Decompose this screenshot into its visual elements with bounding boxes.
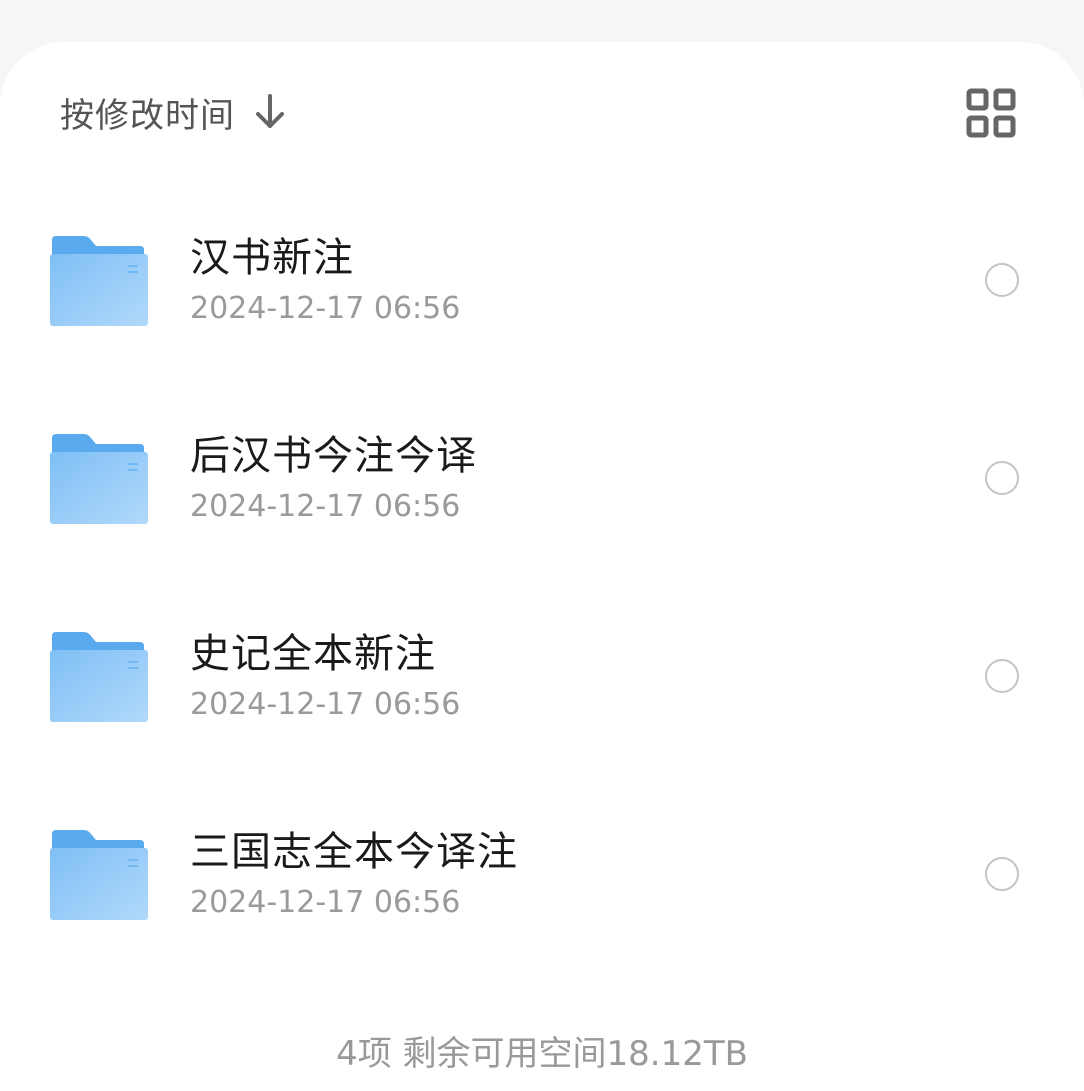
folder-icon xyxy=(50,434,148,524)
select-checkbox[interactable] xyxy=(985,857,1019,891)
folder-name: 汉书新注 xyxy=(190,235,354,281)
folder-icon xyxy=(50,236,148,326)
select-checkbox[interactable] xyxy=(985,659,1019,693)
modified-date: 2024-12-17 06:56 xyxy=(190,291,461,326)
grid-view-icon[interactable] xyxy=(964,86,1018,140)
select-checkbox[interactable] xyxy=(985,461,1019,495)
folder-name: 史记全本新注 xyxy=(190,631,436,677)
list-item[interactable]: 史记全本新注 2024-12-17 06:56 xyxy=(0,577,1084,775)
list-item[interactable]: 三国志全本今译注 2024-12-17 06:56 xyxy=(0,775,1084,973)
modified-date: 2024-12-17 06:56 xyxy=(190,687,461,722)
folder-name: 后汉书今注今译 xyxy=(190,433,477,479)
folder-name: 三国志全本今译注 xyxy=(190,829,518,875)
storage-summary: 4项 剩余可用空间18.12TB xyxy=(336,1034,748,1074)
folder-icon xyxy=(50,632,148,722)
modified-date: 2024-12-17 06:56 xyxy=(190,489,461,524)
list-item[interactable]: 后汉书今注今译 2024-12-17 06:56 xyxy=(0,379,1084,577)
sort-selector[interactable]: 按修改时间 xyxy=(60,90,287,136)
list-item[interactable]: 汉书新注 2024-12-17 06:56 xyxy=(0,181,1084,379)
modified-date: 2024-12-17 06:56 xyxy=(190,885,461,920)
sort-label: 按修改时间 xyxy=(60,95,235,136)
select-checkbox[interactable] xyxy=(985,263,1019,297)
folder-icon xyxy=(50,830,148,920)
arrow-down-icon xyxy=(256,94,284,128)
